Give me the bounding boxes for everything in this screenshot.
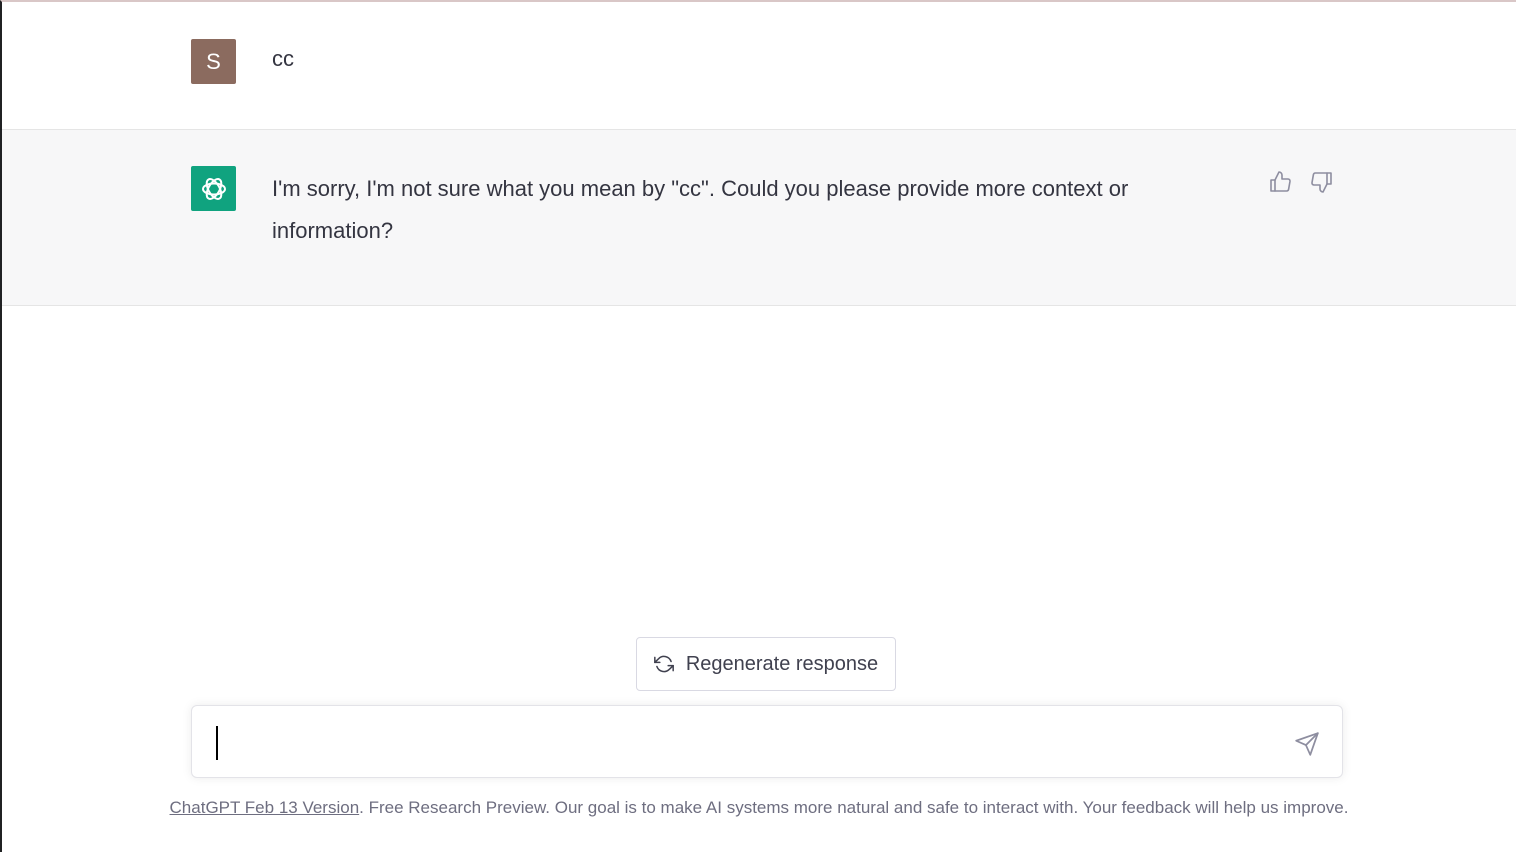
thumbs-down-icon	[1311, 172, 1332, 193]
thumbs-up-button[interactable]	[1268, 170, 1292, 194]
user-avatar-letter: S	[206, 48, 221, 74]
thumbs-up-icon	[1270, 171, 1291, 192]
user-message-row: S cc	[2, 2, 1516, 130]
text-caret	[216, 726, 218, 760]
version-link[interactable]: ChatGPT Feb 13 Version	[170, 798, 360, 817]
message-composer	[191, 705, 1343, 778]
send-icon	[1295, 732, 1319, 756]
thumbs-down-button[interactable]	[1310, 170, 1334, 194]
footer-disclaimer: ChatGPT Feb 13 Version. Free Research Pr…	[2, 798, 1516, 818]
assistant-message-text: I'm sorry, I'm not sure what you mean by…	[272, 176, 1129, 243]
openai-logo-icon	[201, 177, 226, 200]
user-message-text: cc	[272, 46, 294, 71]
refresh-icon	[653, 655, 674, 673]
footer-text: . Free Research Preview. Our goal is to …	[359, 798, 1349, 817]
message-input[interactable]	[214, 724, 1278, 762]
regenerate-response-button[interactable]: Regenerate response	[636, 637, 896, 691]
user-avatar: S	[191, 39, 236, 84]
regenerate-label: Regenerate response	[685, 652, 879, 675]
feedback-buttons	[1268, 170, 1334, 194]
send-button[interactable]	[1294, 731, 1320, 757]
assistant-avatar	[191, 166, 236, 211]
assistant-message-row: I'm sorry, I'm not sure what you mean by…	[2, 130, 1516, 306]
chat-page: S cc I'm sorry, I'm not sure what you me…	[0, 0, 1516, 852]
